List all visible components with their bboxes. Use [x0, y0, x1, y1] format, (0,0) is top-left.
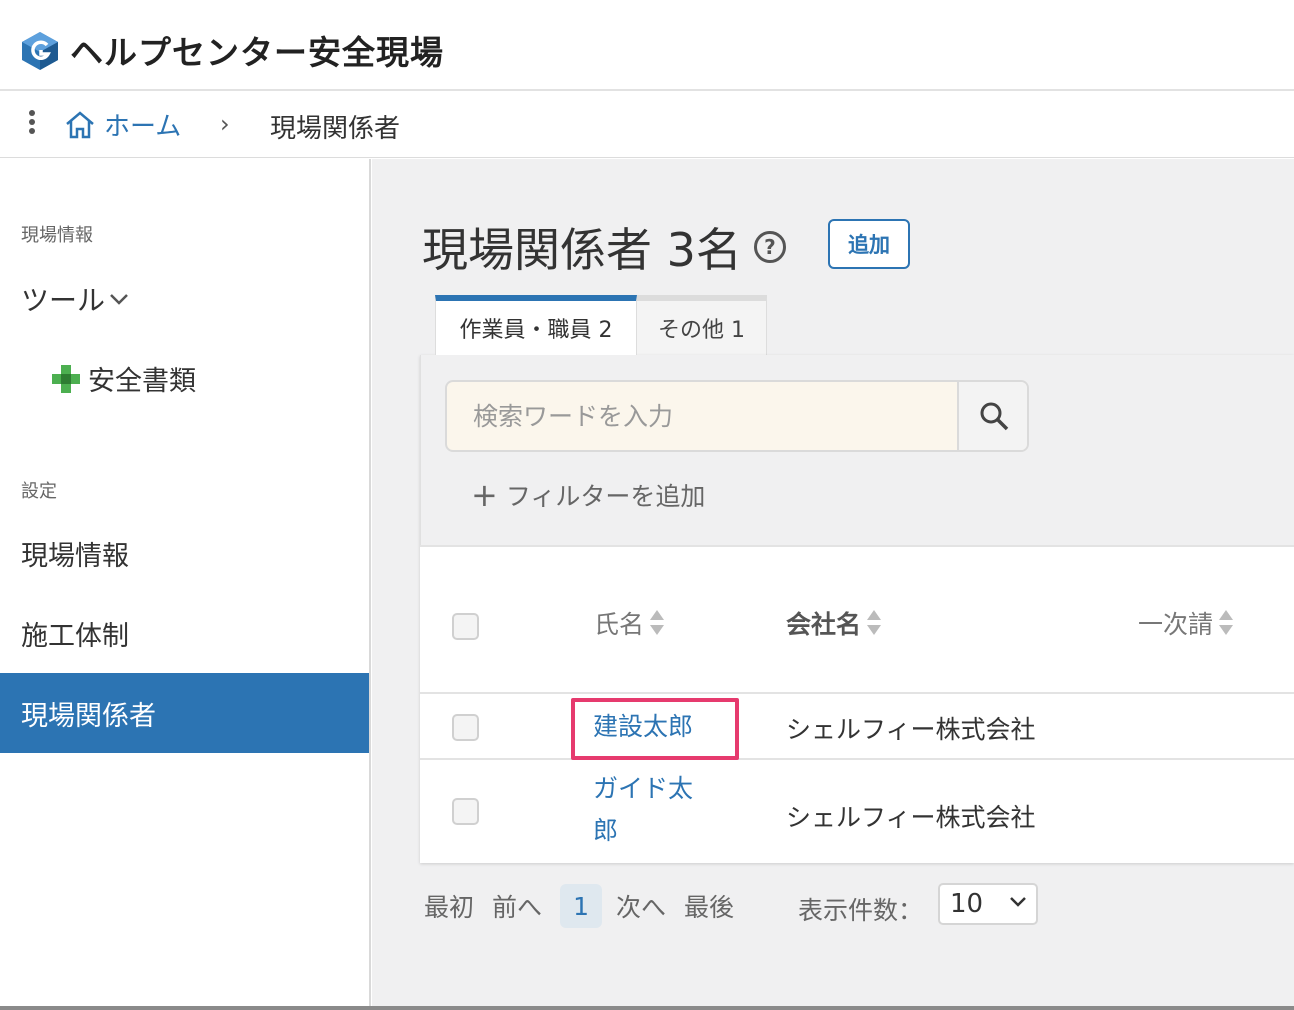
row-checkbox[interactable]	[452, 714, 479, 741]
member-name-link[interactable]: ガイド太 郎	[593, 768, 693, 852]
pagination-last[interactable]: 最後	[684, 888, 734, 924]
home-icon	[66, 110, 94, 138]
column-header-primary-contractor[interactable]: 一次請	[1138, 605, 1234, 641]
sort-icon	[650, 610, 665, 636]
search-button[interactable]	[957, 382, 1027, 450]
per-page-select[interactable]: 10	[938, 883, 1038, 925]
sidebar-item-site-members[interactable]: 現場関係者	[0, 673, 369, 753]
column-header-name[interactable]: 氏名	[594, 605, 665, 641]
tab-others[interactable]: その他 1	[637, 295, 767, 355]
app-header: ヘルプセンター安全現場	[0, 0, 1294, 91]
add-filter-label: フィルターを追加	[505, 482, 706, 511]
breadcrumb-current: 現場関係者	[270, 114, 401, 144]
breadcrumb-separator: ›	[220, 110, 230, 138]
pagination-current-page[interactable]: 1	[560, 884, 603, 928]
sidebar-tools-label: ツール	[21, 284, 106, 317]
row-checkbox[interactable]	[452, 798, 479, 825]
sidebar-item-site-info[interactable]: 現場情報	[0, 513, 369, 593]
sort-icon	[1219, 610, 1234, 636]
member-name-line: ガイド太	[593, 774, 694, 803]
add-button[interactable]: 追加	[828, 219, 910, 269]
breadcrumb: ホーム › 現場関係者	[0, 92, 1294, 158]
search-box	[445, 380, 1029, 452]
company-name: シェルフィー株式会社	[786, 715, 1036, 744]
pagination-next[interactable]: 次へ	[616, 888, 666, 924]
bottom-divider	[0, 1006, 1294, 1010]
member-name-line: 郎	[593, 816, 619, 845]
sidebar-item-label: 現場関係者	[21, 700, 156, 732]
search-icon	[980, 402, 1009, 431]
help-icon[interactable]: ?	[753, 231, 786, 263]
filter-area: + フィルターを追加	[420, 355, 1294, 545]
sidebar-item-safety-docs[interactable]: 安全書類	[52, 359, 196, 398]
page-title-text: 現場関係者 3名	[422, 223, 742, 277]
sidebar-tools-toggle[interactable]: ツール	[21, 279, 129, 319]
search-input[interactable]	[447, 382, 957, 450]
add-filter-button[interactable]: + フィルターを追加	[471, 477, 705, 513]
page-title: 現場関係者 3名 ?	[422, 214, 786, 280]
member-name-link[interactable]: 建設太郎	[593, 706, 693, 748]
breadcrumb-home-label: ホーム	[104, 112, 182, 142]
table-header: 氏名 会社名 一次請	[420, 545, 1294, 694]
green-plus-icon	[52, 364, 80, 393]
per-page-value: 10	[950, 889, 984, 919]
column-header-label: 一次請	[1138, 610, 1214, 639]
sidebar-item-label: 現場情報	[21, 540, 129, 572]
chevron-down-icon	[110, 294, 128, 305]
main-content: 現場関係者 3名 ? 追加 作業員・職員 2 その他 1 + フィルターを追加	[372, 159, 1294, 1008]
sidebar-section-settings: 設定	[21, 481, 57, 502]
sidebar-item-label: 施工体制	[21, 620, 129, 652]
sidebar-item-label: 安全書類	[88, 366, 196, 397]
sidebar: 現場情報 ツール 安全書類 設定 現場情報 施工体制 現場関係者	[0, 159, 371, 1010]
app-title: ヘルプセンター安全現場	[70, 33, 444, 72]
per-page-label: 表示件数：	[798, 896, 924, 925]
company-name: シェルフィー株式会社	[786, 803, 1036, 832]
sort-icon	[867, 610, 882, 636]
pagination-prev[interactable]: 前へ	[492, 888, 542, 924]
plus-icon: +	[471, 476, 498, 514]
breadcrumb-home-link[interactable]: ホーム	[64, 106, 181, 143]
table-row: 建設太郎 シェルフィー株式会社	[420, 696, 1294, 760]
table-row: ガイド太 郎 シェルフィー株式会社	[420, 762, 1294, 863]
logo-icon	[22, 32, 58, 70]
sidebar-item-construction-structure[interactable]: 施工体制	[0, 593, 369, 673]
select-all-checkbox[interactable]	[452, 613, 479, 640]
kebab-menu-icon[interactable]	[26, 110, 38, 140]
column-header-company[interactable]: 会社名	[786, 605, 882, 641]
chevron-down-icon	[1010, 897, 1026, 907]
column-header-label: 会社名	[786, 610, 862, 639]
column-header-label: 氏名	[594, 610, 645, 639]
tab-workers-staff[interactable]: 作業員・職員 2	[435, 295, 637, 355]
members-panel: + フィルターを追加 氏名 会社名 一次請 建設太郎 シェルフィー株式会社	[420, 355, 1294, 863]
sidebar-section-site: 現場情報	[21, 225, 93, 246]
pagination: 最初 前へ 1 次へ 最後	[424, 883, 752, 929]
pagination-first[interactable]: 最初	[424, 888, 474, 924]
